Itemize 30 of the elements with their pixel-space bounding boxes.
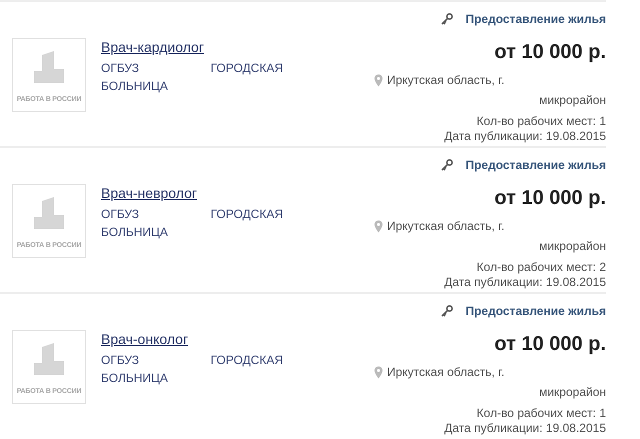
location-pin-icon (374, 74, 383, 86)
key-icon (441, 304, 454, 318)
employer-name: ОГБУЗ ГОРОДСКАЯ БОЛЬНИЦА (101, 60, 283, 95)
employer-name: ОГБУЗ ГОРОДСКАЯ БОЛЬНИЦА (101, 206, 283, 241)
employer-name: ОГБУЗ ГОРОДСКАЯ БОЛЬНИЦА (101, 352, 283, 387)
publication-date: Дата публикации: 19.08.2015 (444, 421, 606, 435)
feature-label: Предоставление жилья (465, 157, 606, 174)
positions-count: Кол-во рабочих мест: 1 (476, 406, 606, 420)
location-pin-icon (374, 366, 383, 378)
job-title-link[interactable]: Врач-кардиолог (101, 38, 204, 56)
location-pin-icon (374, 220, 383, 232)
key-icon (441, 158, 454, 172)
location-text: Иркутская область, г. (387, 218, 504, 234)
positions-count: Кол-во рабочих мест: 1 (476, 114, 606, 128)
publication-date: Дата публикации: 19.08.2015 (444, 129, 606, 143)
location-text: Иркутская область, г. (387, 364, 504, 380)
location-text: Иркутская область, г. (387, 72, 504, 88)
publication-date: Дата публикации: 19.08.2015 (444, 275, 606, 289)
feature-label: Предоставление жилья (465, 303, 606, 320)
job-title-link[interactable]: Врач-невролог (101, 184, 197, 202)
location-text: микрорайон (539, 385, 606, 399)
key-icon (441, 12, 454, 26)
location-text: микрорайон (539, 93, 606, 107)
salary: от 10 000 р. (494, 332, 606, 356)
salary: от 10 000 р. (494, 40, 606, 64)
positions-count: Кол-во рабочих мест: 2 (476, 260, 606, 274)
job-title-link[interactable]: Врач-онколог (101, 330, 188, 348)
location-text: микрорайон (539, 239, 606, 253)
salary: от 10 000 р. (494, 186, 606, 210)
feature-label: Предоставление жилья (465, 11, 606, 28)
